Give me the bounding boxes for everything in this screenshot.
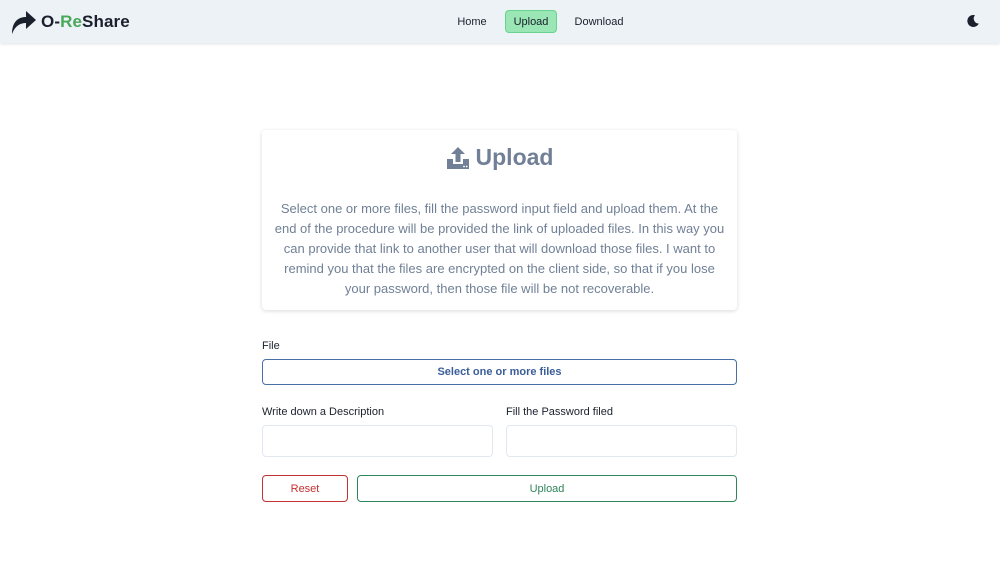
upload-icon <box>446 146 469 169</box>
brand-logo[interactable]: O-ReShare <box>9 9 130 35</box>
intro-title: Upload <box>475 144 554 170</box>
password-input[interactable] <box>506 425 737 457</box>
upload-button[interactable]: Upload <box>357 475 737 502</box>
password-label: Fill the Password filed <box>506 406 613 418</box>
file-label: File <box>262 340 280 352</box>
reset-button[interactable]: Reset <box>262 475 348 502</box>
moon-icon[interactable] <box>966 14 980 28</box>
nav-home-link[interactable]: Home <box>450 10 494 33</box>
intro-heading: Upload <box>262 144 737 171</box>
share-arrow-icon <box>12 11 36 34</box>
description-input[interactable] <box>262 425 493 457</box>
nav-upload-link[interactable]: Upload <box>505 10 557 33</box>
intro-description: Select one or more files, fill the passw… <box>274 201 725 296</box>
navbar: O-ReShare Home Upload Download <box>0 0 1000 43</box>
brand-name: O-ReShare <box>41 12 130 31</box>
select-files-button[interactable]: Select one or more files <box>262 359 737 385</box>
description-label: Write down a Description <box>262 406 385 418</box>
nav-download-link[interactable]: Download <box>568 10 630 33</box>
intro-card: Upload Select one or more files, fill th… <box>262 130 737 310</box>
